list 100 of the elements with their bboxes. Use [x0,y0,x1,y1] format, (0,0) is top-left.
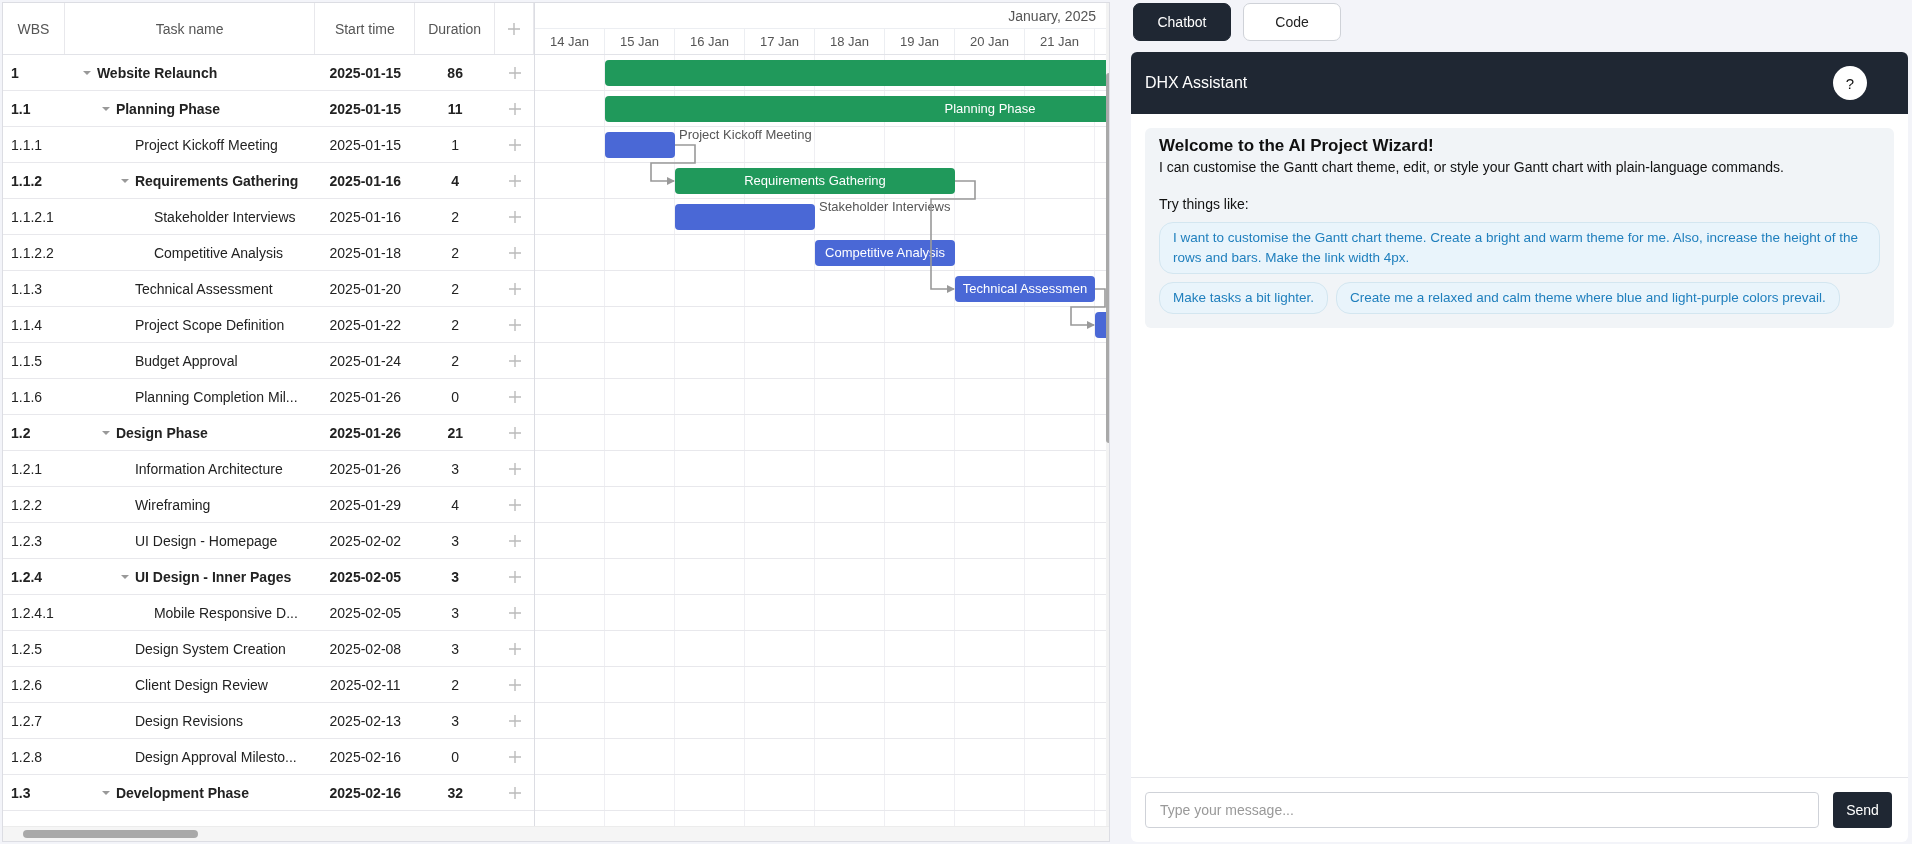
duration-cell: 2 [451,676,460,693]
task-name-cell: Design Phase [115,424,208,441]
day-label: 14 Jan [549,34,589,49]
wbs-cell: 1.1.2.2 [11,244,54,261]
add-task-icon[interactable] [507,533,522,548]
add-task-icon[interactable] [507,101,522,116]
start-time-cell: 2025-02-16 [329,748,402,765]
add-task-icon[interactable] [507,173,522,188]
welcome-title: Welcome to the AI Project Wizard! [1159,136,1435,156]
add-task-icon[interactable] [507,641,522,656]
add-task-icon[interactable] [507,21,522,36]
wbs-cell: 1.2 [11,424,31,441]
day-label: 17 Jan [759,34,799,49]
task-bar[interactable] [675,204,815,230]
add-task-icon[interactable] [507,137,522,152]
bar-label: Project Kickoff Meeting [679,127,812,142]
start-time-cell: 2025-02-05 [329,604,402,621]
add-task-icon[interactable] [507,245,522,260]
duration-cell: 32 [447,784,463,801]
wbs-cell: 1.1.1 [11,136,43,153]
duration-cell: 3 [451,712,460,729]
add-task-icon[interactable] [507,353,522,368]
suggestions-label: Try things like: [1159,196,1250,212]
add-task-icon[interactable] [507,425,522,440]
task-name-cell: Design Revisions [134,712,244,729]
task-name-cell: Planning Phase [115,100,221,117]
day-label: 21 Jan [1039,34,1079,49]
start-time-cell: 2025-01-22 [329,316,402,333]
wbs-cell: 1 [11,64,19,81]
summary-bar[interactable] [605,60,1106,86]
start-time-cell: 2025-01-16 [329,172,402,189]
start-time-cell: 2025-01-26 [329,460,402,477]
add-task-icon[interactable] [507,605,522,620]
task-name-cell: Development Phase [115,784,249,801]
task-bar[interactable]: Technical Assessmen [955,276,1095,302]
wbs-cell: 1.2.6 [11,676,43,693]
tab[interactable]: Chatbot [1133,3,1231,41]
add-task-icon[interactable] [507,713,522,728]
horizontal-scrollbar-thumb[interactable] [23,830,198,838]
start-time-cell: 2025-01-15 [329,100,402,117]
add-task-icon[interactable] [507,389,522,404]
wbs-cell: 1.2.5 [11,640,43,657]
bar-label: Stakeholder Interviews [819,199,951,214]
task-name-cell: UI Design - Homepage [134,532,278,549]
column-header[interactable]: Task name [155,20,224,37]
add-task-icon[interactable] [507,497,522,512]
task-name-cell: Project Kickoff Meeting [134,136,278,153]
duration-cell: 2 [451,280,460,297]
duration-cell: 3 [451,640,460,657]
add-task-icon[interactable] [507,65,522,80]
task-name-cell: Information Architecture [134,460,283,477]
wbs-cell: 1.1.3 [11,280,43,297]
task-name-cell: Design System Creation [134,640,286,657]
day-label: 16 Jan [689,34,729,49]
task-bar[interactable] [605,132,675,158]
summary-bar[interactable]: Planning Phase [605,96,1106,122]
start-time-cell: 2025-02-08 [329,640,402,657]
wbs-cell: 1.2.1 [11,460,43,477]
start-time-cell: 2025-01-18 [329,244,402,261]
duration-cell: 2 [451,244,460,261]
wbs-cell: 1.2.8 [11,748,43,765]
add-task-icon[interactable] [507,281,522,296]
column-header[interactable]: Start time [334,20,395,37]
send-button[interactable]: Send [1833,792,1892,828]
add-task-icon[interactable] [507,209,522,224]
chat-title: DHX Assistant [1145,74,1248,92]
task-bar[interactable]: Competitive Analysis [815,240,955,266]
task-name-cell: Requirements Gathering [134,172,299,189]
start-time-cell: 2025-01-15 [329,64,402,81]
add-task-icon[interactable] [507,785,522,800]
wbs-cell: 1.1.2 [11,172,43,189]
task-name-cell: Client Design Review [134,676,268,693]
add-task-icon[interactable] [507,749,522,764]
column-header[interactable]: Duration [428,20,482,37]
task-bar[interactable] [1095,312,1106,338]
task-name-cell: Budget Approval [134,352,238,369]
summary-bar[interactable]: Requirements Gathering [675,168,955,194]
duration-cell: 4 [451,496,460,513]
duration-cell: 4 [451,172,460,189]
help-button[interactable]: ? [1833,66,1867,100]
start-time-cell: 2025-01-15 [329,136,402,153]
suggestion-chip[interactable]: I want to customise the Gantt chart theme. Create a bright and warm theme for me. Also, increase the height of the rows and bars. Make the link width 4px. [1159,222,1880,274]
duration-cell: 3 [451,532,460,549]
suggestion-chip[interactable]: Create me a relaxed and calm theme where blue and light-purple colors prevail. [1336,282,1840,314]
column-header[interactable]: WBS [17,20,50,37]
suggestion-chip[interactable]: Make tasks a bit lighter. [1159,282,1329,314]
add-task-icon[interactable] [507,677,522,692]
add-task-icon[interactable] [507,317,522,332]
message-input[interactable]: Type your message... [1145,792,1819,828]
duration-cell: 1 [451,136,460,153]
add-task-icon[interactable] [507,569,522,584]
duration-cell: 0 [451,388,460,405]
start-time-cell: 2025-01-26 [329,388,402,405]
month-label: January, 2025 [1008,7,1096,24]
start-time-cell: 2025-02-13 [329,712,402,729]
day-label: 15 Jan [619,34,659,49]
wbs-cell: 1.1.4 [11,316,43,333]
task-name-cell: Website Relaunch [96,64,218,81]
add-task-icon[interactable] [507,461,522,476]
tab[interactable]: Code [1243,3,1341,41]
